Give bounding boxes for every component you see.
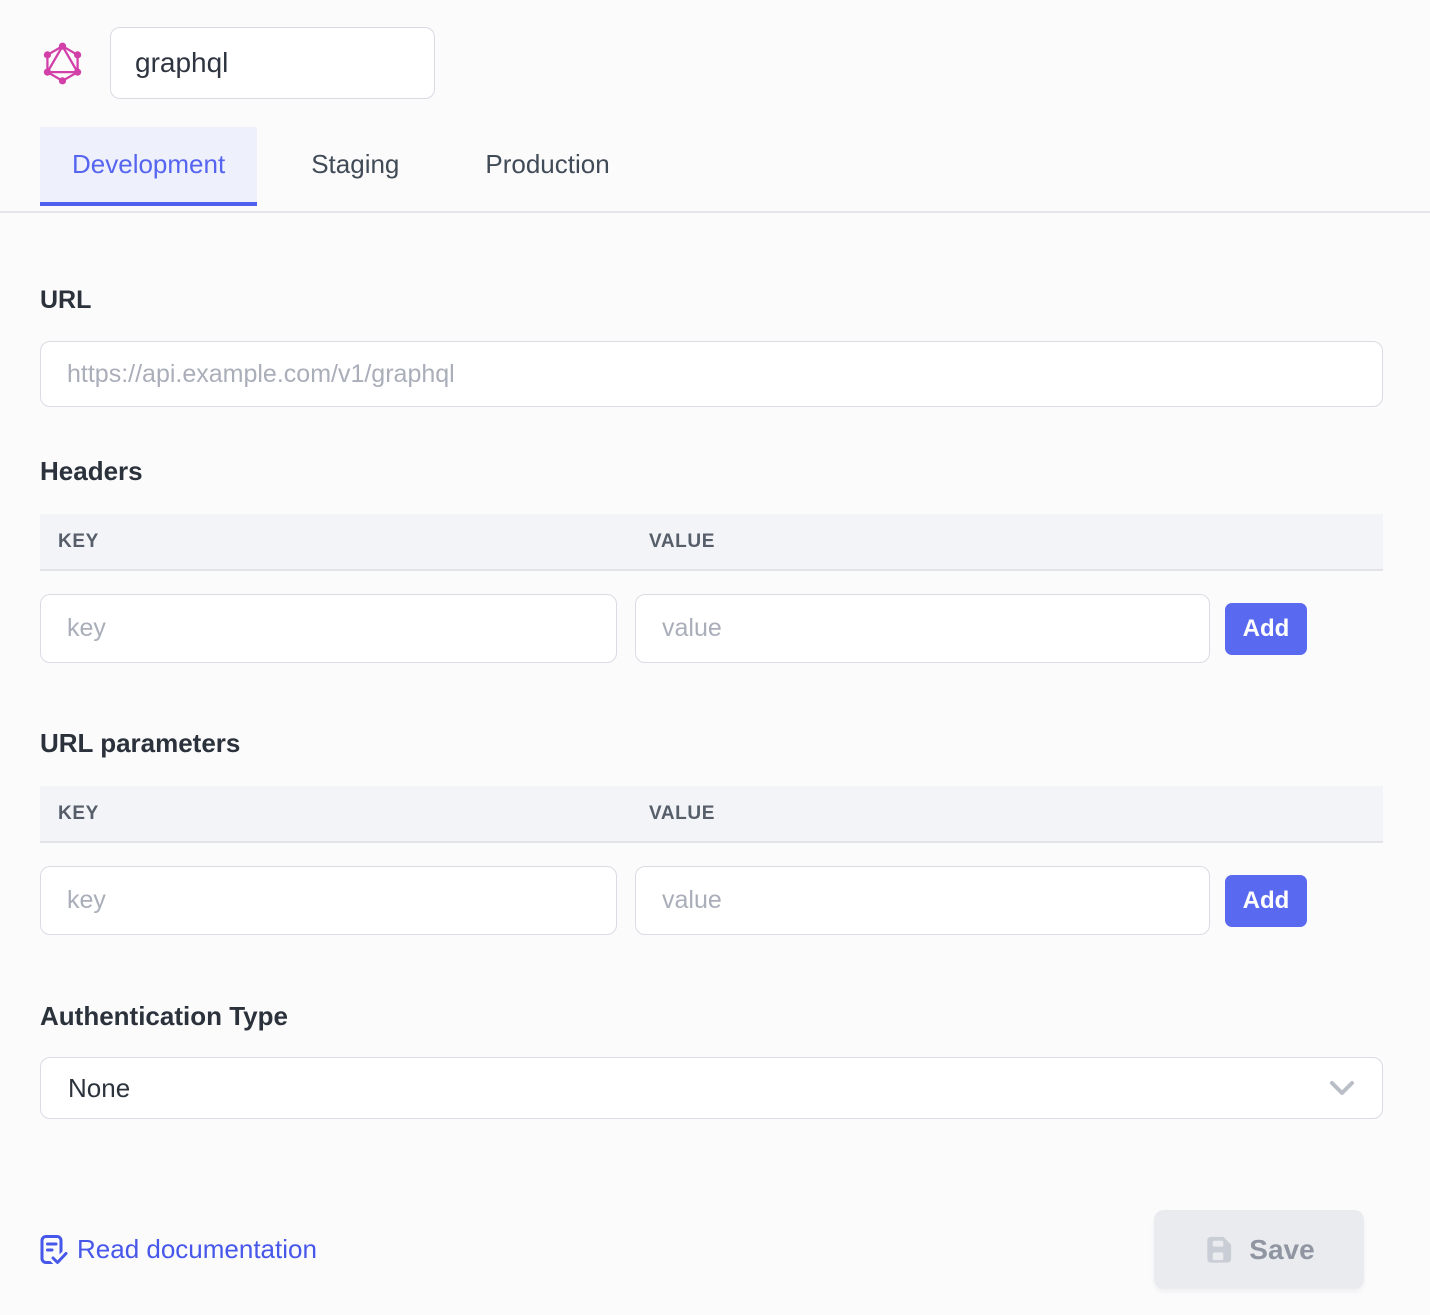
url-parameters-column-value: VALUE — [649, 803, 715, 824]
headers-input-row: Add — [40, 594, 1383, 663]
integration-name-input[interactable] — [110, 27, 435, 99]
chevron-down-icon — [1329, 1080, 1355, 1096]
url-parameters-label: URL parameters — [40, 728, 1383, 759]
headers-table-header: KEY VALUE — [40, 514, 1383, 571]
headers-label: Headers — [40, 456, 1383, 487]
tab-development[interactable]: Development — [40, 127, 257, 206]
save-icon — [1203, 1234, 1234, 1265]
authentication-type-select[interactable]: None — [40, 1057, 1383, 1119]
url-parameters-input-row: Add — [40, 866, 1383, 935]
url-parameters-add-button[interactable]: Add — [1225, 875, 1307, 927]
read-documentation-label: Read documentation — [77, 1234, 317, 1265]
url-label: URL — [40, 286, 1383, 315]
tab-production[interactable]: Production — [453, 127, 641, 206]
url-parameters-key-input[interactable] — [40, 866, 617, 935]
footer: Read documentation Save — [0, 1210, 1430, 1289]
authentication-type-selected-value: None — [68, 1073, 130, 1104]
integration-header — [0, 0, 1430, 99]
headers-value-input[interactable] — [635, 594, 1210, 663]
headers-add-button[interactable]: Add — [1225, 603, 1307, 655]
read-documentation-link[interactable]: Read documentation — [40, 1234, 317, 1266]
url-input[interactable] — [40, 341, 1383, 407]
save-button-label: Save — [1249, 1234, 1314, 1266]
headers-column-value: VALUE — [649, 531, 715, 552]
authentication-type-label: Authentication Type — [40, 1001, 1383, 1032]
url-parameters-table-header: KEY VALUE — [40, 786, 1383, 843]
document-check-icon — [40, 1234, 68, 1266]
url-parameters-value-input[interactable] — [635, 866, 1210, 935]
environment-tabs: Development Staging Production — [0, 127, 1430, 206]
tab-bar-divider — [0, 211, 1430, 213]
tab-staging[interactable]: Staging — [279, 127, 431, 206]
save-button[interactable]: Save — [1154, 1210, 1364, 1289]
headers-column-key: KEY — [58, 531, 99, 552]
url-parameters-column-key: KEY — [58, 803, 99, 824]
graphql-logo-icon — [40, 41, 85, 86]
headers-key-input[interactable] — [40, 594, 617, 663]
form-content: URL Headers KEY VALUE Add URL parameters… — [0, 286, 1430, 1119]
